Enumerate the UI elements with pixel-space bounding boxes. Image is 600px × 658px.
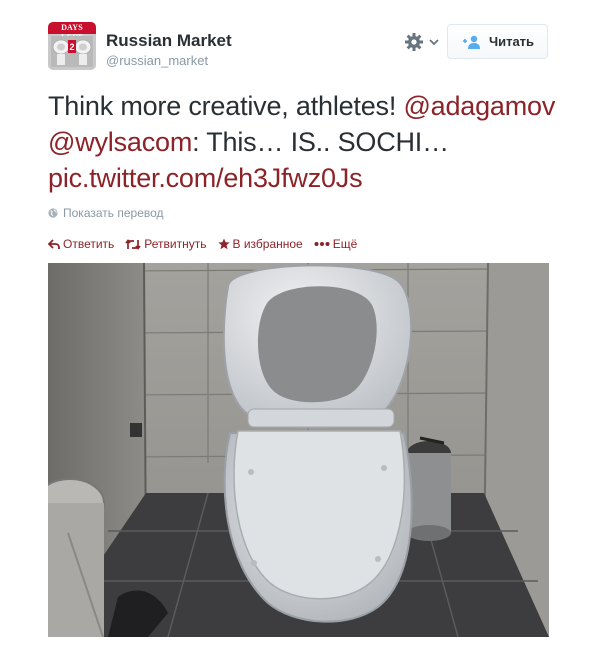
tweet-photo[interactable] <box>48 263 549 637</box>
tweet-photo-link[interactable]: pic.twitter.com/eh3Jfwz0Js <box>48 163 363 193</box>
avatar[interactable]: DAYS LEFT 2 <box>48 22 96 70</box>
tweet-actions: Ответить Ретвитнуть В избранное Ещё <box>48 236 368 252</box>
follow-button[interactable]: Читать <box>447 24 548 59</box>
mention-wylsacom[interactable]: @wylsacom <box>48 127 192 157</box>
favorite-label: В избранное <box>232 237 303 251</box>
more-button[interactable]: Ещё <box>314 237 358 251</box>
more-label: Ещё <box>332 237 358 251</box>
tweet-text-middle: : This… IS.. SOCHI… <box>192 127 449 157</box>
avatar-toilet-image: 2 <box>51 36 93 67</box>
tweet-text-lead: Think more creative, athletes! <box>48 91 404 121</box>
reply-label: Ответить <box>63 237 115 251</box>
translate-label: Показать перевод <box>63 206 164 220</box>
favorite-button[interactable]: В избранное <box>217 237 303 251</box>
toilet-photo <box>48 263 549 637</box>
settings-menu-button[interactable] <box>404 31 442 53</box>
add-user-icon <box>462 35 480 49</box>
reply-icon <box>48 238 60 249</box>
retweet-icon <box>125 238 141 250</box>
globe-icon <box>48 208 58 218</box>
avatar-logo-text: DAYS LEFT <box>61 23 83 42</box>
svg-text:2: 2 <box>69 42 74 52</box>
account-name[interactable]: Russian Market <box>106 31 232 51</box>
star-icon <box>217 238 230 250</box>
retweet-button[interactable]: Ретвитнуть <box>125 237 207 251</box>
follow-label: Читать <box>488 34 535 49</box>
chevron-down-icon <box>429 39 439 46</box>
account-handle[interactable]: @russian_market <box>106 53 208 69</box>
retweet-label: Ретвитнуть <box>144 237 207 251</box>
translate-link[interactable]: Показать перевод <box>48 206 164 220</box>
tweet: DAYS LEFT 2 Russian Market @russian_mark… <box>0 0 600 658</box>
more-dots-icon <box>314 242 330 246</box>
reply-button[interactable]: Ответить <box>48 237 114 251</box>
mention-adagamov[interactable]: @adagamov <box>403 91 555 121</box>
tweet-text: Think more creative, athletes! @adagamov… <box>48 88 558 196</box>
gear-icon <box>405 33 423 51</box>
